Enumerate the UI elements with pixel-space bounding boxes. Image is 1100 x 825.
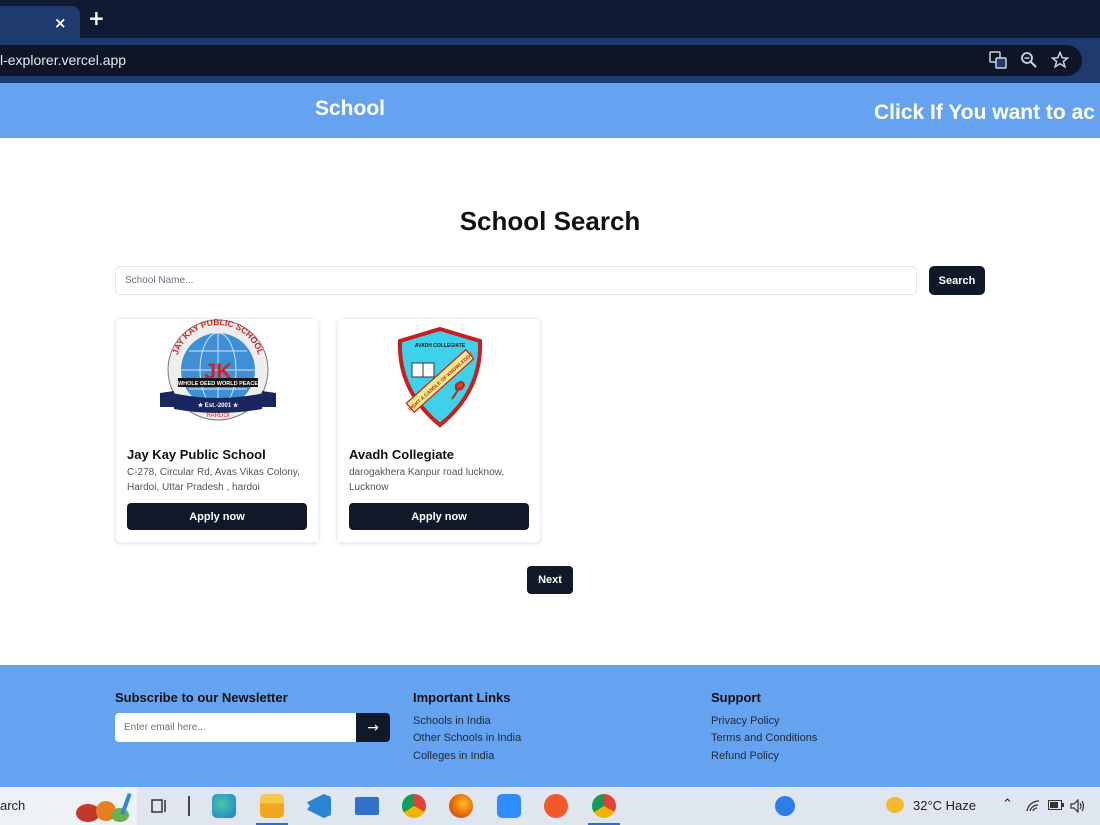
site-brand[interactable]: School — [315, 97, 385, 121]
apply-now-button[interactable]: Apply now — [127, 503, 307, 530]
footer-link-other-schools[interactable]: Other Schools in India — [413, 732, 521, 744]
add-school-marquee[interactable]: Click If You want to ac — [874, 101, 1095, 125]
weather-sun-icon[interactable] — [886, 797, 904, 813]
search-highlight-illustration-icon — [76, 792, 132, 822]
search-button[interactable]: Search — [929, 266, 985, 295]
battery-icon[interactable] — [1048, 800, 1064, 810]
jay-kay-logo: JK WHOLE DEED WORLD PEACE ★ Est.-2001 ★ … — [160, 319, 276, 421]
vscode-icon[interactable] — [307, 794, 331, 818]
avadh-collegiate-logo: AVADH COLLEGIATE LIGHT A CANDLE OF KNOWL… — [397, 326, 483, 428]
next-page-button[interactable]: Next — [527, 566, 573, 594]
site-header: School Click If You want to ac — [0, 83, 1100, 138]
zoom-icon[interactable] — [1020, 51, 1038, 69]
bookmark-star-icon[interactable] — [1051, 51, 1069, 69]
newsletter-heading: Subscribe to our Newsletter — [115, 690, 288, 705]
newsletter-submit-button[interactable]: → — [356, 713, 390, 742]
logo-top-text: AVADH COLLEGIATE — [415, 343, 466, 349]
file-explorer-icon[interactable] — [256, 794, 288, 825]
support-heading: Support — [711, 690, 761, 705]
zoom-app-icon[interactable] — [497, 794, 521, 818]
footer-link-privacy[interactable]: Privacy Policy — [711, 715, 779, 727]
page-title: School Search — [459, 206, 641, 236]
logo-motto: WHOLE DEED WORLD PEACE — [178, 381, 258, 387]
address-bar: l-explorer.vercel.app — [0, 38, 1100, 83]
apply-now-button[interactable]: Apply now — [349, 503, 529, 530]
site-footer: Subscribe to our Newsletter → Important … — [0, 665, 1100, 787]
footer-link-colleges[interactable]: Colleges in India — [413, 750, 494, 762]
newsletter-email-input[interactable] — [115, 713, 357, 742]
firefox-icon[interactable] — [449, 794, 473, 818]
task-view-icon[interactable] — [151, 798, 169, 814]
footer-link-terms[interactable]: Terms and Conditions — [711, 732, 817, 744]
wifi-icon[interactable] — [1026, 799, 1040, 813]
weather-text[interactable]: 32°C Haze — [913, 798, 976, 813]
taskbar-search-text: arch — [0, 798, 26, 813]
help-icon[interactable] — [775, 796, 795, 816]
close-tab-icon[interactable]: × — [54, 14, 67, 32]
new-tab-icon[interactable]: + — [88, 6, 105, 30]
translate-icon[interactable] — [989, 51, 1007, 69]
mail-icon[interactable] — [355, 797, 379, 815]
browser-tab[interactable]: × — [0, 6, 80, 38]
chrome-icon[interactable] — [402, 794, 426, 818]
school-card: AVADH COLLEGIATE LIGHT A CANDLE OF KNOWL… — [337, 318, 541, 543]
postman-icon[interactable] — [544, 794, 568, 818]
important-links-heading: Important Links — [413, 690, 511, 705]
browser-tab-bar: × + — [0, 0, 1100, 38]
logo-city: HARDOI — [206, 413, 230, 419]
school-address: darogakhera Kanpur road lucknow, Lucknow — [349, 467, 505, 493]
url-box[interactable]: l-explorer.vercel.app — [0, 45, 1082, 76]
school-name: Jay Kay Public School — [127, 447, 266, 462]
footer-link-schools-in-india[interactable]: Schools in India — [413, 715, 491, 727]
url-text[interactable]: l-explorer.vercel.app — [0, 52, 126, 68]
edge-icon[interactable] — [212, 794, 236, 818]
taskbar-search-box[interactable]: arch — [0, 787, 137, 825]
school-card: JK WHOLE DEED WORLD PEACE ★ Est.-2001 ★ … — [115, 318, 319, 543]
speaker-icon[interactable] — [1070, 799, 1086, 813]
taskbar-divider — [188, 796, 190, 816]
taskbar: arch 32°C Haze ⌃ — [0, 787, 1100, 825]
footer-link-refund[interactable]: Refund Policy — [711, 750, 779, 762]
school-search-input[interactable] — [115, 266, 917, 295]
chrome-profile-icon[interactable] — [588, 794, 620, 825]
logo-est: ★ Est.-2001 ★ — [198, 402, 239, 409]
school-address: C-278, Circular Rd, Avas Vikas Colony, H… — [127, 467, 300, 493]
school-name: Avadh Collegiate — [349, 447, 454, 462]
chevron-up-icon[interactable]: ⌃ — [1002, 797, 1013, 812]
